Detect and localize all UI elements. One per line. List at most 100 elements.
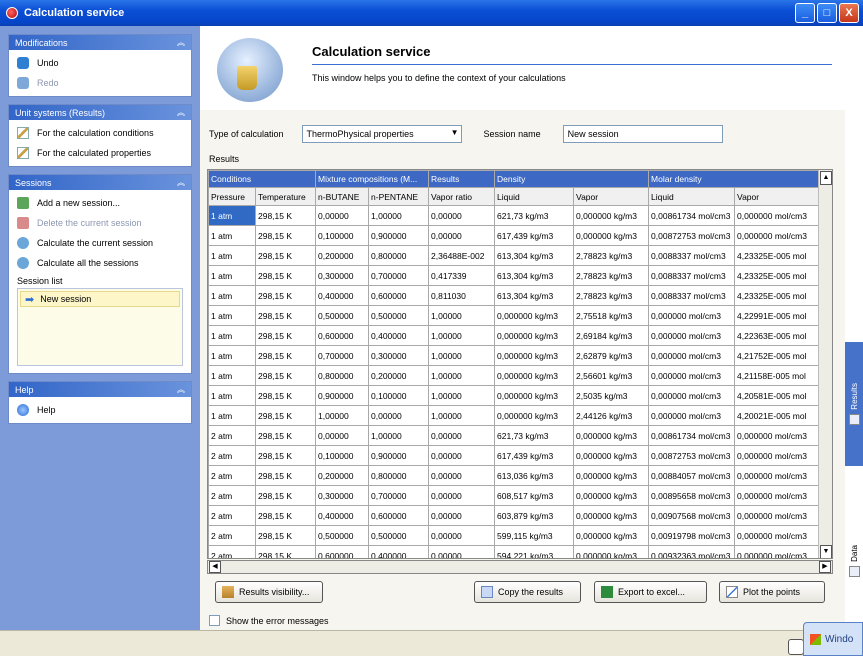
close-button[interactable]: X xyxy=(839,3,859,23)
table-row[interactable]: 1 atm 298,15 K 0,300000 0,700000 0,417339 613… xyxy=(208,265,820,286)
table-cell[interactable]: 2,5035 kg/m3 xyxy=(573,385,650,406)
table-cell[interactable]: 2,78823 kg/m3 xyxy=(573,285,650,306)
table-cell[interactable]: 0,000000 kg/m3 xyxy=(494,385,575,406)
table-cell[interactable]: 0,00000 xyxy=(428,505,496,526)
table-cell[interactable]: 613,036 kg/m3 xyxy=(494,465,575,486)
taskbar-window-popup[interactable]: Windo xyxy=(803,622,863,656)
table-cell[interactable]: 0,00000 xyxy=(428,445,496,466)
table-cell[interactable]: 0,0088337 mol/cm3 xyxy=(648,265,736,286)
table-cell[interactable]: 0,00872753 mol/cm3 xyxy=(648,225,736,246)
table-row[interactable]: 2 atm 298,15 K 0,00000 1,00000 0,00000 621,73… xyxy=(208,425,820,446)
table-cell[interactable]: 0,000000 mol/cm3 xyxy=(734,525,820,546)
table-cell[interactable]: 0,00000 xyxy=(428,485,496,506)
column-group-header[interactable]: Mixture compositions (M... xyxy=(315,170,430,188)
table-row[interactable]: 1 atm 298,15 K 0,600000 0,400000 1,00000 0,00… xyxy=(208,325,820,346)
table-cell[interactable]: 0,400000 xyxy=(315,285,370,306)
vertical-scrollbar[interactable]: ▲ ▼ xyxy=(818,170,832,558)
table-cell[interactable]: 0,00907568 mol/cm3 xyxy=(648,505,736,526)
table-cell[interactable]: 0,000000 kg/m3 xyxy=(573,205,650,226)
table-cell[interactable]: 613,304 kg/m3 xyxy=(494,285,575,306)
table-cell[interactable]: 0,200000 xyxy=(315,465,370,486)
table-cell[interactable]: 0,000000 kg/m3 xyxy=(494,345,575,366)
table-cell[interactable]: 0,000000 mol/cm3 xyxy=(648,305,736,326)
table-cell[interactable]: 0,200000 xyxy=(315,245,370,266)
table-cell[interactable]: 298,15 K xyxy=(254,285,317,306)
table-cell[interactable]: 0,800000 xyxy=(315,365,370,386)
table-cell[interactable]: 0,100000 xyxy=(368,385,430,406)
table-cell[interactable]: 0,800000 xyxy=(368,245,430,266)
table-cell[interactable]: 617,439 kg/m3 xyxy=(494,445,575,466)
table-cell[interactable]: 4,22991E-005 mol xyxy=(734,305,820,326)
table-row[interactable]: 1 atm 298,15 K 0,700000 0,300000 1,00000 0,00… xyxy=(208,345,820,366)
table-row[interactable]: 1 atm 298,15 K 0,400000 0,600000 0,811030 613… xyxy=(208,285,820,306)
table-cell[interactable]: 298,15 K xyxy=(254,365,317,386)
table-cell[interactable]: 0,000000 mol/cm3 xyxy=(734,545,820,558)
table-row[interactable]: 1 atm 298,15 K 0,200000 0,800000 2,36488E-00… xyxy=(208,245,820,266)
table-cell[interactable]: 613,304 kg/m3 xyxy=(494,245,575,266)
modifications-header[interactable]: Modifications ︽ xyxy=(9,35,191,50)
table-cell[interactable]: 298,15 K xyxy=(254,525,317,546)
table-cell[interactable]: 2 atm xyxy=(208,445,256,466)
scroll-left-icon[interactable]: ◀ xyxy=(209,561,221,573)
table-cell[interactable]: 298,15 K xyxy=(254,445,317,466)
table-cell[interactable]: 0,500000 xyxy=(368,305,430,326)
table-cell[interactable]: 2,56601 kg/m3 xyxy=(573,365,650,386)
sessions-header[interactable]: Sessions ︽ xyxy=(9,175,191,190)
table-cell[interactable]: 0,00919798 mol/cm3 xyxy=(648,525,736,546)
results-visibility-button[interactable]: Results visibility... xyxy=(215,581,323,603)
show-errors-checkbox[interactable]: Show the error messages xyxy=(209,615,329,626)
collapse-icon[interactable]: ︽ xyxy=(177,37,185,48)
table-cell[interactable]: 0,00000 xyxy=(428,425,496,446)
column-header[interactable]: n-PENTANE xyxy=(368,187,430,206)
table-cell[interactable]: 0,500000 xyxy=(315,305,370,326)
dropdown-arrow-icon[interactable]: ▼ xyxy=(451,128,459,137)
table-cell[interactable]: 4,21158E-005 mol xyxy=(734,365,820,386)
table-row[interactable]: 1 atm 298,15 K 0,800000 0,200000 1,00000 0,00… xyxy=(208,365,820,386)
table-cell[interactable]: 2,44126 kg/m3 xyxy=(573,405,650,426)
table-cell[interactable]: 0,000000 kg/m3 xyxy=(573,485,650,506)
table-cell[interactable]: 298,15 K xyxy=(254,505,317,526)
table-cell[interactable]: 4,21752E-005 mol xyxy=(734,345,820,366)
calculate-all-item[interactable]: Calculate all the sessions xyxy=(17,253,183,273)
table-cell[interactable]: 1,00000 xyxy=(428,345,496,366)
table-cell[interactable]: 1 atm xyxy=(208,245,256,266)
table-cell[interactable]: 1,00000 xyxy=(428,325,496,346)
column-header[interactable]: Vapor xyxy=(573,187,650,206)
table-cell[interactable]: 1,00000 xyxy=(428,405,496,426)
table-cell[interactable]: 0,000000 mol/cm3 xyxy=(734,425,820,446)
table-cell[interactable]: 0,400000 xyxy=(368,545,430,558)
table-cell[interactable]: 298,15 K xyxy=(254,245,317,266)
table-cell[interactable]: 0,000000 kg/m3 xyxy=(573,425,650,446)
table-cell[interactable]: 0,00932363 mol/cm3 xyxy=(648,545,736,558)
table-cell[interactable]: 4,23325E-005 mol xyxy=(734,245,820,266)
table-cell[interactable]: 0,800000 xyxy=(368,465,430,486)
table-cell[interactable]: 0,300000 xyxy=(315,265,370,286)
table-cell[interactable]: 0,0088337 mol/cm3 xyxy=(648,245,736,266)
column-group-header[interactable]: Density xyxy=(494,170,650,188)
table-cell[interactable]: 2 atm xyxy=(208,545,256,558)
column-header[interactable]: Pressure xyxy=(208,187,256,206)
table-cell[interactable]: 0,500000 xyxy=(315,525,370,546)
table-cell[interactable]: 2,62879 kg/m3 xyxy=(573,345,650,366)
minimize-button[interactable]: _ xyxy=(795,3,815,23)
table-cell[interactable]: 0,000000 mol/cm3 xyxy=(648,385,736,406)
table-cell[interactable]: 298,15 K xyxy=(254,485,317,506)
table-cell[interactable]: 608,517 kg/m3 xyxy=(494,485,575,506)
table-cell[interactable]: 2 atm xyxy=(208,425,256,446)
units-header[interactable]: Unit systems (Results) ︽ xyxy=(9,105,191,120)
table-cell[interactable]: 1,00000 xyxy=(428,305,496,326)
table-row[interactable]: 1 atm 298,15 K 0,00000 1,00000 0,00000 621,73… xyxy=(208,205,820,226)
calculate-current-item[interactable]: Calculate the current session xyxy=(17,233,183,253)
table-cell[interactable]: 298,15 K xyxy=(254,305,317,326)
table-row[interactable]: 2 atm 298,15 K 0,100000 0,900000 0,00000 617,… xyxy=(208,445,820,466)
add-session-item[interactable]: Add a new session... xyxy=(17,193,183,213)
table-cell[interactable]: 0,000000 kg/m3 xyxy=(494,325,575,346)
table-cell[interactable]: 298,15 K xyxy=(254,405,317,426)
table-cell[interactable]: 1 atm xyxy=(208,345,256,366)
table-cell[interactable]: 2 atm xyxy=(208,485,256,506)
calc-conditions-units-item[interactable]: For the calculation conditions xyxy=(17,123,183,143)
table-cell[interactable]: 298,15 K xyxy=(254,385,317,406)
table-row[interactable]: 2 atm 298,15 K 0,500000 0,500000 0,00000 599,… xyxy=(208,525,820,546)
help-item[interactable]: Help xyxy=(17,400,183,420)
table-row[interactable]: 1 atm 298,15 K 0,900000 0,100000 1,00000 0,00… xyxy=(208,385,820,406)
